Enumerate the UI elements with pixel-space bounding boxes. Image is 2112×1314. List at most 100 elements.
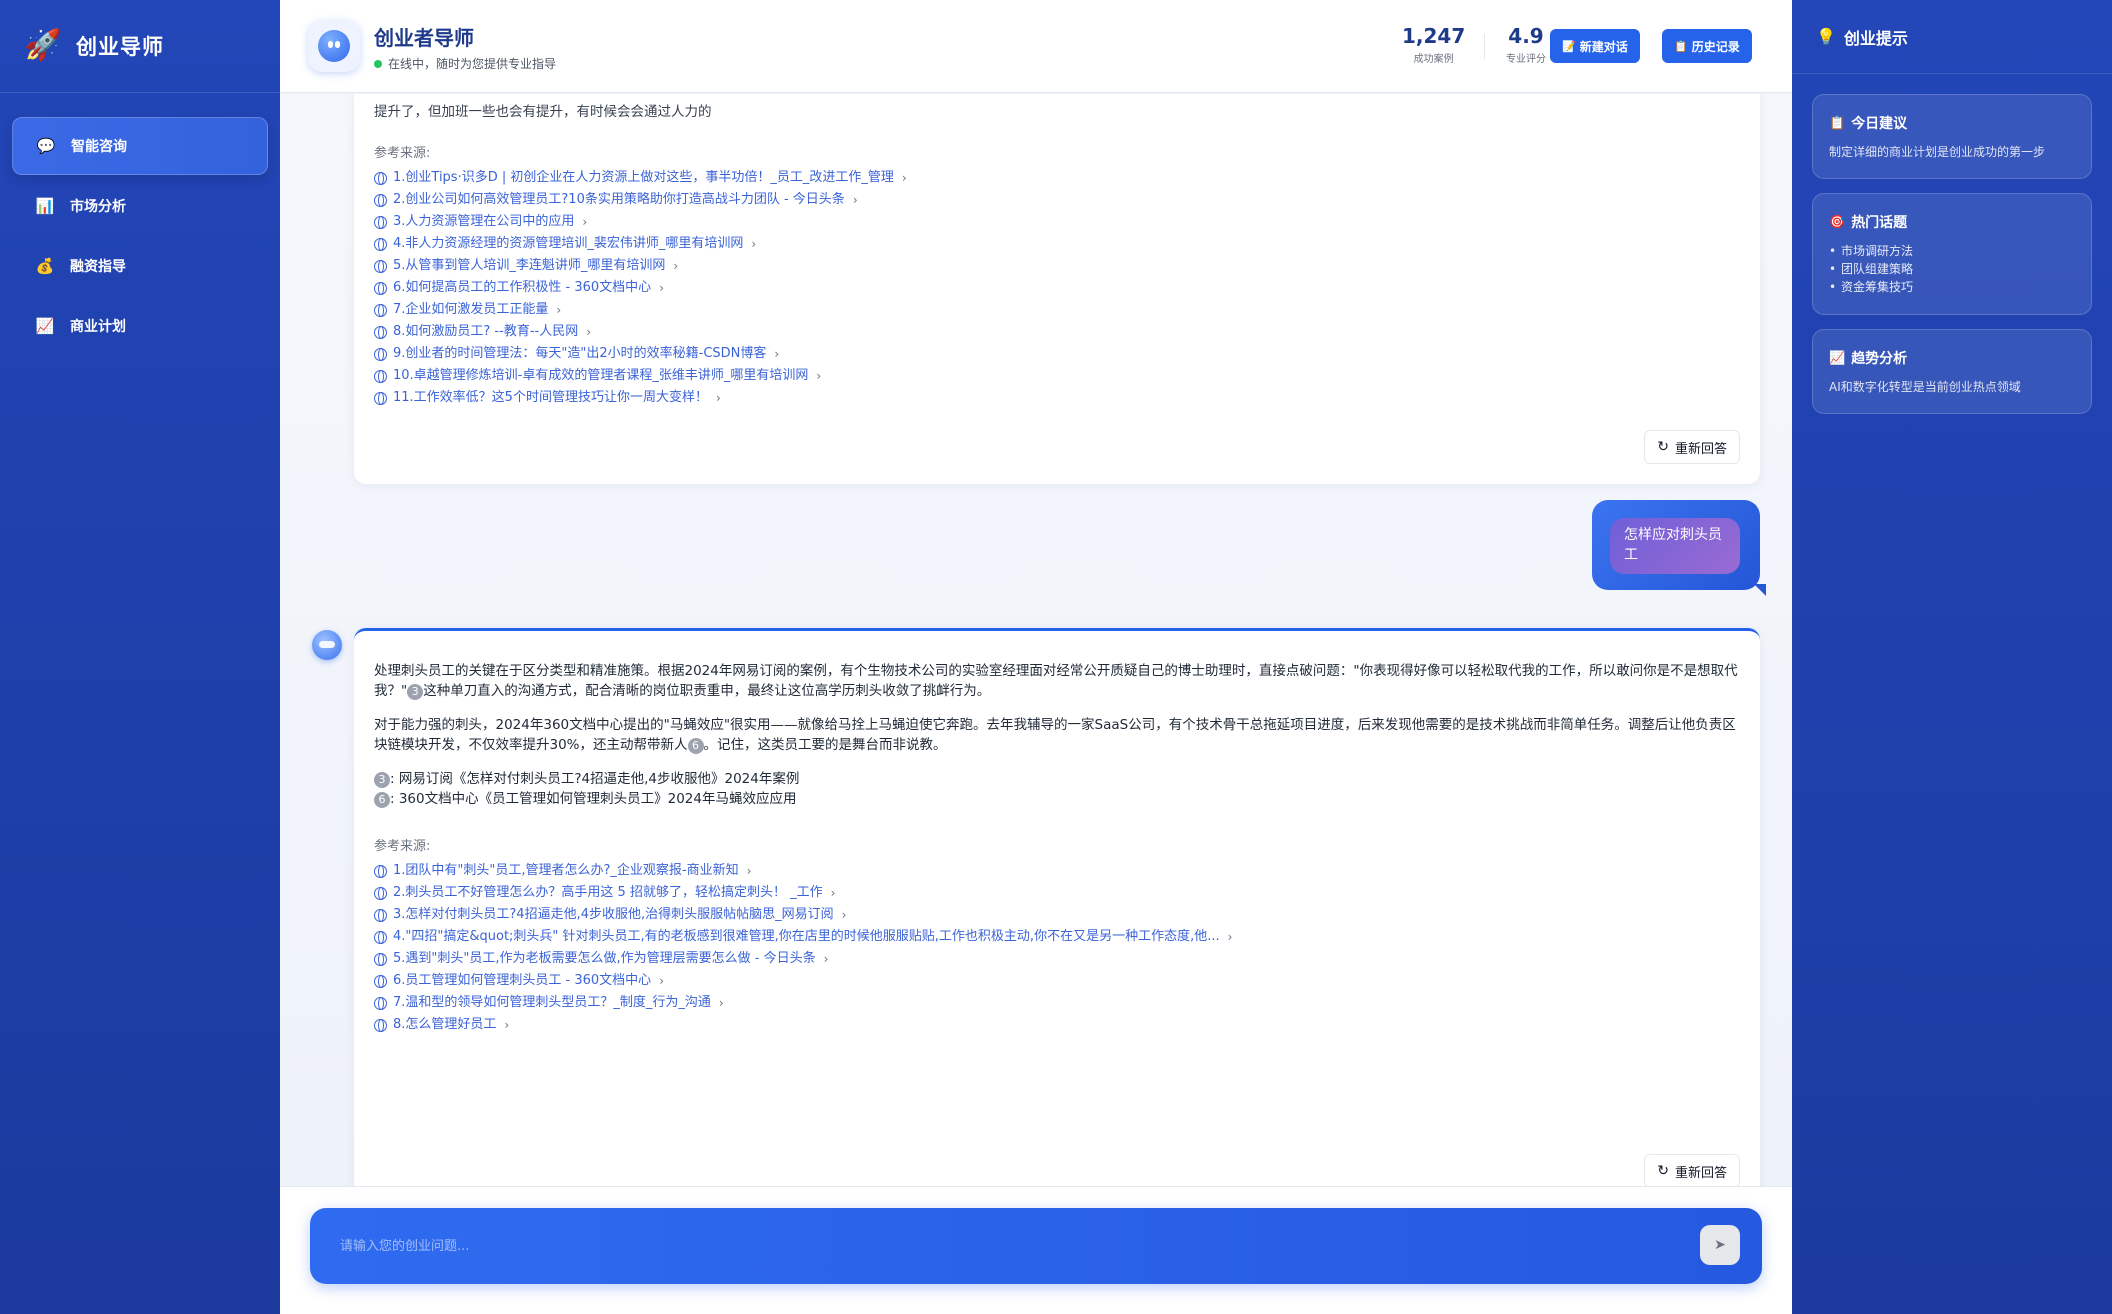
reference-link[interactable]: 2.创业公司如何高效管理员工?10条实用策略助你打造高战斗力团队 - 今日头条 › bbox=[374, 189, 1740, 211]
chat-messages[interactable]: 提升了，但加班一些也会有提升，有时候会会通过人力的 参考来源: 1.创业Tips… bbox=[280, 94, 1792, 1186]
user-message-text: 怎样应对刺头员工 bbox=[1610, 518, 1740, 574]
sidebar-item-smart-consult[interactable]: 💬 智能咨询 bbox=[12, 117, 268, 175]
chevron-right-icon: › bbox=[718, 996, 724, 1010]
lightbulb-icon: 💡 bbox=[1816, 27, 1836, 46]
message-input[interactable] bbox=[340, 1234, 1640, 1258]
paragraph-text: 对于能力强的刺头，2024年360文档中心提出的"马蝇效应"很实用——就像给马拴… bbox=[374, 717, 1736, 753]
tip-card-title: 📈 趋势分析 bbox=[1829, 348, 2075, 368]
reference-link[interactable]: 4."四招"搞定&quot;刺头兵" 针对刺头员工,有的老板感到很难管理,你在店… bbox=[374, 926, 1740, 948]
tip-card-desc: 制定详细的商业计划是创业成功的第一步 bbox=[1829, 145, 2046, 159]
list-item[interactable]: 团队组建策略 bbox=[1829, 260, 2075, 278]
globe-icon bbox=[374, 237, 387, 251]
stat-divider bbox=[1484, 34, 1485, 60]
sidebar-item-business-plan[interactable]: 📈 商业计划 bbox=[12, 297, 268, 355]
message-paragraph: 处理刺头员工的关键在于区分类型和精准施策。根据2024年网易订阅的案例，有个生物… bbox=[374, 661, 1740, 701]
history-label: 历史记录 bbox=[1691, 39, 1740, 54]
message-paragraph: 对于能力强的刺头，2024年360文档中心提出的"马蝇效应"很实用——就像给马拴… bbox=[374, 715, 1740, 755]
new-chat-label: 新建对话 bbox=[1579, 39, 1628, 54]
chevron-right-icon: › bbox=[673, 259, 679, 273]
memo-icon: 📝 bbox=[1562, 39, 1576, 53]
regenerate-button[interactable]: ↻ 重新回答 bbox=[1644, 430, 1740, 464]
send-button[interactable]: ➤ bbox=[1700, 1225, 1740, 1265]
message-text: 提升了，但加班一些也会有提升，有时候会会通过人力的 bbox=[374, 104, 712, 120]
references-list: 1.创业Tips·识多D | 初创企业在人力资源上做对这些，事半功倍！_员工_改… bbox=[374, 167, 1740, 409]
reference-link[interactable]: 5.遇到"刺头"员工,作为老板需要怎么做,作为管理层需要怎么做 - 今日头条 › bbox=[374, 948, 1740, 970]
reference-link[interactable]: 2.刺头员工不好管理怎么办？高手用这 5 招就够了，轻松搞定刺头！ _工作 › bbox=[374, 882, 1740, 904]
page-title: 创业者导师 bbox=[374, 26, 474, 50]
reference-link[interactable]: 3.怎样对付刺头员工?4招逼走他,4步收服他,治得刺头服服帖帖脑思_网易订阅 › bbox=[374, 904, 1740, 926]
tip-card-desc: AI和数字化转型是当前创业热点领域 bbox=[1829, 380, 2021, 394]
reference-text: 6.员工管理如何管理刺头员工 - 360文档中心 bbox=[393, 973, 652, 988]
tip-card-daily[interactable]: 📋 今日建议 制定详细的商业计划是创业成功的第一步 bbox=[1812, 94, 2092, 179]
reference-text: 8.怎么管理好员工 bbox=[393, 1017, 497, 1032]
tip-card-trends[interactable]: 📈 趋势分析 AI和数字化转型是当前创业热点领域 bbox=[1812, 329, 2092, 414]
chevron-right-icon: › bbox=[774, 347, 780, 361]
regenerate-label: 重新回答 bbox=[1674, 441, 1727, 457]
sidebar-item-label: 智能咨询 bbox=[71, 139, 127, 155]
money-bag-icon: 💰 bbox=[35, 257, 55, 275]
chevron-right-icon: › bbox=[901, 171, 907, 185]
globe-icon bbox=[374, 1018, 387, 1032]
ai-avatar bbox=[312, 630, 342, 660]
refresh-icon: ↻ bbox=[1657, 1163, 1669, 1179]
reference-link[interactable]: 6.如何提高员工的工作积极性 - 360文档中心 › bbox=[374, 277, 1740, 299]
chevron-right-icon: › bbox=[715, 391, 721, 405]
input-area: ➤ bbox=[280, 1186, 1792, 1314]
stat-value: 4.9 bbox=[1508, 24, 1544, 48]
chevron-right-icon: › bbox=[751, 237, 757, 251]
reference-link[interactable]: 6.员工管理如何管理刺头员工 - 360文档中心 › bbox=[374, 970, 1740, 992]
regenerate-button[interactable]: ↻ 重新回答 bbox=[1644, 1154, 1740, 1186]
reference-link[interactable]: 7.企业如何激发员工正能量 › bbox=[374, 299, 1740, 321]
stat-label: 成功案例 bbox=[1413, 54, 1454, 65]
chevron-right-icon: › bbox=[659, 281, 664, 295]
reference-text: 7.温和型的领导如何管理刺头型员工？_制度_行为_沟通 bbox=[393, 995, 711, 1010]
chevron-right-icon: › bbox=[823, 952, 829, 966]
bot-face-icon bbox=[318, 30, 350, 62]
reference-link[interactable]: 8.如何激励员工? --教育--人民网 › bbox=[374, 321, 1740, 343]
reference-link[interactable]: 10.卓越管理修炼培训-卓有成效的管理者课程_张维丰讲师_哪里有培训网 › bbox=[374, 365, 1740, 387]
status-text: 在线中，随时为您提供专业指导 bbox=[388, 57, 557, 71]
sidebar-item-financing[interactable]: 💰 融资指导 bbox=[12, 237, 268, 295]
trend-chart-icon: 📈 bbox=[35, 317, 55, 335]
globe-icon bbox=[374, 996, 387, 1010]
reference-link[interactable]: 4.非人力资源经理的资源管理培训_裴宏伟讲师_哪里有培训网 › bbox=[374, 233, 1740, 255]
reference-link[interactable]: 11.工作效率低？这5个时间管理技巧让你一周大变样！ › bbox=[374, 387, 1740, 409]
reference-link[interactable]: 9.创业者的时间管理法：每天"造"出2小时的效率秘籍-CSDN博客 › bbox=[374, 343, 1740, 365]
reference-link[interactable]: 8.怎么管理好员工 › bbox=[374, 1014, 1740, 1036]
reference-link[interactable]: 1.创业Tips·识多D | 初创企业在人力资源上做对这些，事半功倍！_员工_改… bbox=[374, 167, 1740, 189]
regenerate-label: 重新回答 bbox=[1674, 1165, 1727, 1181]
clipboard-icon: 📋 bbox=[1829, 115, 1846, 131]
reference-text: 5.遇到"刺头"员工,作为老板需要怎么做,作为管理层需要怎么做 - 今日头条 bbox=[393, 951, 816, 966]
citation-badge[interactable]: 3 bbox=[407, 684, 424, 700]
globe-icon bbox=[374, 886, 387, 900]
reference-link[interactable]: 1.团队中有"刺头"员工,管理者怎么办?_企业观察报-商业新知 › bbox=[374, 860, 1740, 882]
brand-name: 创业导师 bbox=[76, 35, 164, 59]
list-item[interactable]: 市场调研方法 bbox=[1829, 242, 2075, 260]
globe-icon bbox=[374, 171, 387, 185]
tips-title: 💡 创业提示 bbox=[1792, 0, 2112, 74]
reference-link[interactable]: 5.从管事到管人培训_李连魁讲师_哪里有培训网 › bbox=[374, 255, 1740, 277]
list-item[interactable]: 资金筹集技巧 bbox=[1829, 278, 2075, 296]
reference-text: 3.人力资源管理在公司中的应用 bbox=[393, 214, 575, 229]
online-status: 在线中，随时为您提供专业指导 bbox=[374, 55, 556, 72]
reference-link[interactable]: 3.人力资源管理在公司中的应用 › bbox=[374, 211, 1740, 233]
tips-title-text: 创业提示 bbox=[1843, 28, 1908, 48]
new-chat-button[interactable]: 📝 新建对话 bbox=[1550, 29, 1640, 63]
history-button[interactable]: 📋 历史记录 bbox=[1662, 29, 1752, 63]
reference-text: 5.从管事到管人培训_李连魁讲师_哪里有培训网 bbox=[393, 258, 666, 273]
globe-icon bbox=[374, 974, 387, 988]
paragraph-text: 这种单刀直入的沟通方式，配合清晰的岗位职责重申，最终让这位高学历刺头收敛了挑衅行… bbox=[423, 683, 991, 699]
reference-text: 3.怎样对付刺头员工?4招逼走他,4步收服他,治得刺头服服帖帖脑思_网易订阅 bbox=[393, 907, 834, 922]
clipboard-icon: 📋 bbox=[1674, 39, 1688, 53]
stat-label: 专业评分 bbox=[1506, 54, 1546, 65]
citation-badge[interactable]: 6 bbox=[687, 738, 704, 754]
refresh-icon: ↻ bbox=[1657, 439, 1669, 455]
reference-link[interactable]: 7.温和型的领导如何管理刺头型员工？_制度_行为_沟通 › bbox=[374, 992, 1740, 1014]
stat-rating: 4.9 专业评分 bbox=[1506, 24, 1546, 65]
tip-card-title: 🎯 热门话题 bbox=[1829, 212, 2075, 232]
citation-badge: 3 bbox=[374, 772, 390, 788]
brand: 🚀 创业导师 bbox=[0, 0, 280, 93]
tip-card-hot-topics[interactable]: 🎯 热门话题 市场调研方法 团队组建策略 资金筹集技巧 bbox=[1812, 193, 2092, 315]
sidebar-item-market-analysis[interactable]: 📊 市场分析 bbox=[12, 177, 268, 235]
ai-message-card: 处理刺头员工的关键在于区分类型和精准施策。根据2024年网易订阅的案例，有个生物… bbox=[354, 628, 1760, 1186]
